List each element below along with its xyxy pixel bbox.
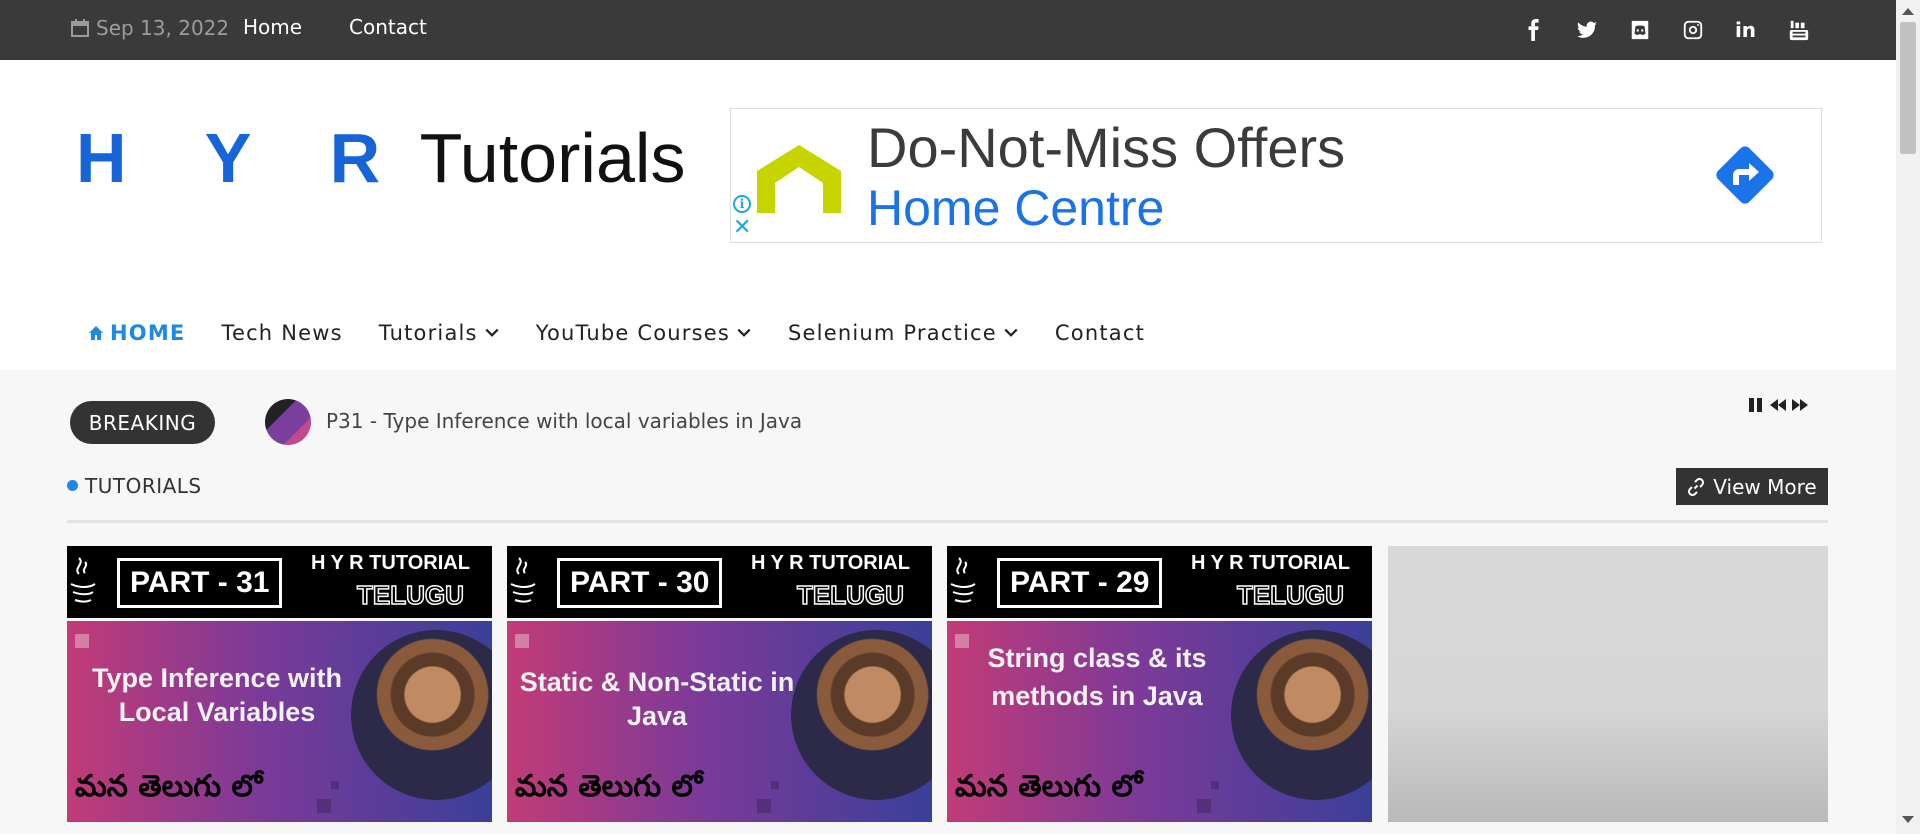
card-thumbnail: String class & its methods in Java మన తె… — [947, 621, 1372, 822]
card-part-label: PART - 30 — [557, 558, 723, 608]
ad-directions-icon[interactable] — [1709, 139, 1781, 211]
card-thumbnail: Type Inference with Local Variables మన త… — [67, 621, 492, 822]
card-title: Type Inference with Local Variables — [91, 663, 343, 727]
nav-tech-news-label: Tech News — [221, 321, 343, 345]
site-logo[interactable]: H Y R Tutorials — [76, 118, 685, 198]
decor-square — [757, 799, 771, 813]
page-scrollbar[interactable] — [1896, 0, 1920, 834]
home-centre-logo-icon — [757, 145, 841, 213]
tutorial-card[interactable]: PART - 30 H Y R TUTORIAL TELUGU Static &… — [507, 546, 932, 822]
nav-item-youtube-courses[interactable]: YouTube Courses — [536, 321, 752, 345]
ad-info-icon[interactable]: i — [733, 195, 751, 213]
presenter-avatar — [351, 630, 492, 800]
scrollbar-thumb[interactable] — [1900, 22, 1916, 154]
java-logo-icon — [950, 557, 976, 603]
advertisement-banner[interactable]: Do-Not-Miss Offers Home Centre i ✕ — [730, 108, 1822, 243]
home-icon — [89, 326, 103, 340]
youtube-icon[interactable] — [1787, 16, 1810, 44]
nav-item-tutorials[interactable]: Tutorials — [379, 321, 500, 345]
topbar-link-home[interactable]: Home — [243, 15, 302, 39]
loading-card-placeholder[interactable] — [1388, 546, 1828, 822]
nav-youtube-courses-label: YouTube Courses — [535, 321, 731, 345]
card-top-strip: PART - 30 H Y R TUTORIAL TELUGU — [507, 546, 932, 618]
main-nav: HOME Tech News Tutorials YouTube Courses… — [88, 318, 1181, 348]
linkedin-icon[interactable]: in — [1734, 16, 1757, 44]
next-icon[interactable] — [1790, 394, 1810, 416]
scroll-up-icon[interactable] — [1902, 8, 1914, 15]
section-divider — [67, 520, 1828, 523]
card-telugu-caption: మన తెలుగు లో — [75, 769, 263, 804]
card-telugu-caption: మన తెలుగు లో — [515, 769, 703, 804]
date-display: Sep 13, 2022 — [70, 16, 229, 40]
card-language: TELUGU — [1236, 579, 1344, 611]
card-channel: H Y R TUTORIAL — [751, 552, 910, 574]
nav-item-contact[interactable]: Contact — [1055, 321, 1145, 345]
nav-item-home[interactable]: HOME — [88, 321, 185, 345]
decor-square — [317, 799, 331, 813]
card-telugu-caption: మన తెలుగు లో — [955, 769, 1143, 804]
tutorial-card[interactable]: PART - 29 H Y R TUTORIAL TELUGU String c… — [947, 546, 1372, 822]
decor-square — [515, 634, 529, 648]
card-top-strip: PART - 31 H Y R TUTORIAL TELUGU — [67, 546, 492, 618]
ad-headline: Do-Not-Miss Offers — [867, 116, 1346, 179]
card-language: TELUGU — [796, 579, 904, 611]
section-title: TUTORIALS — [85, 474, 202, 498]
link-icon — [1688, 477, 1705, 496]
logo-hyr: H Y R — [76, 119, 411, 197]
facebook-icon[interactable] — [1522, 16, 1545, 44]
card-part-label: PART - 31 — [117, 558, 283, 608]
nav-tutorials-label: Tutorials — [378, 321, 478, 345]
card-thumbnail: Static & Non-Static in Java మన తెలుగు లో — [507, 621, 932, 822]
ticker-headline[interactable]: P31 - Type Inference with local variable… — [326, 409, 802, 433]
topbar-link-contact[interactable]: Contact — [349, 15, 427, 39]
logo-tutorials: Tutorials — [419, 119, 686, 197]
decor-square — [75, 634, 89, 648]
ad-close-icon[interactable]: ✕ — [733, 217, 751, 239]
discord-icon[interactable] — [1628, 16, 1651, 44]
calendar-icon — [71, 19, 89, 37]
card-title: String class & its methods in Java — [987, 643, 1207, 711]
scroll-down-icon[interactable] — [1902, 816, 1914, 823]
presenter-avatar — [791, 630, 932, 800]
decor-square — [771, 781, 779, 789]
instagram-icon[interactable] — [1681, 16, 1704, 44]
nav-selenium-practice-label: Selenium Practice — [788, 321, 997, 345]
breaking-badge: BREAKING — [70, 401, 215, 444]
chevron-down-icon — [485, 328, 499, 337]
date-text: Sep 13, 2022 — [96, 16, 230, 40]
card-channel: H Y R TUTORIAL — [1191, 552, 1350, 574]
decor-square — [331, 781, 339, 789]
card-top-strip: PART - 29 H Y R TUTORIAL TELUGU — [947, 546, 1372, 618]
ticker-thumbnail[interactable] — [265, 399, 311, 445]
nav-item-tech-news[interactable]: Tech News — [221, 321, 342, 345]
card-title: Static & Non-Static in Java — [519, 667, 795, 731]
social-links: in — [1522, 16, 1810, 44]
presenter-avatar — [1231, 630, 1372, 800]
previous-icon[interactable] — [1768, 394, 1788, 416]
decor-square — [1211, 781, 1219, 789]
card-language: TELUGU — [356, 579, 464, 611]
view-more-label: View More — [1713, 474, 1817, 499]
top-bar: Sep 13, 2022 Home Contact in — [0, 0, 1896, 60]
chevron-down-icon — [1004, 328, 1018, 337]
view-more-button[interactable]: View More — [1676, 468, 1828, 505]
java-logo-icon — [510, 557, 536, 603]
card-part-label: PART - 29 — [997, 558, 1163, 608]
ad-brand: Home Centre — [867, 180, 1165, 236]
chevron-down-icon — [737, 328, 751, 337]
decor-square — [1197, 799, 1211, 813]
tutorial-card[interactable]: PART - 31 H Y R TUTORIAL TELUGU Type Inf… — [67, 546, 492, 822]
section-bullet — [67, 480, 78, 491]
nav-home-label: HOME — [110, 321, 186, 345]
java-logo-icon — [70, 557, 96, 603]
nav-item-selenium-practice[interactable]: Selenium Practice — [788, 321, 1019, 345]
twitter-icon[interactable] — [1575, 16, 1598, 44]
pause-icon[interactable] — [1746, 394, 1766, 416]
card-channel: H Y R TUTORIAL — [311, 552, 470, 574]
ticker-controls — [1746, 394, 1810, 416]
nav-contact-label: Contact — [1054, 321, 1146, 345]
